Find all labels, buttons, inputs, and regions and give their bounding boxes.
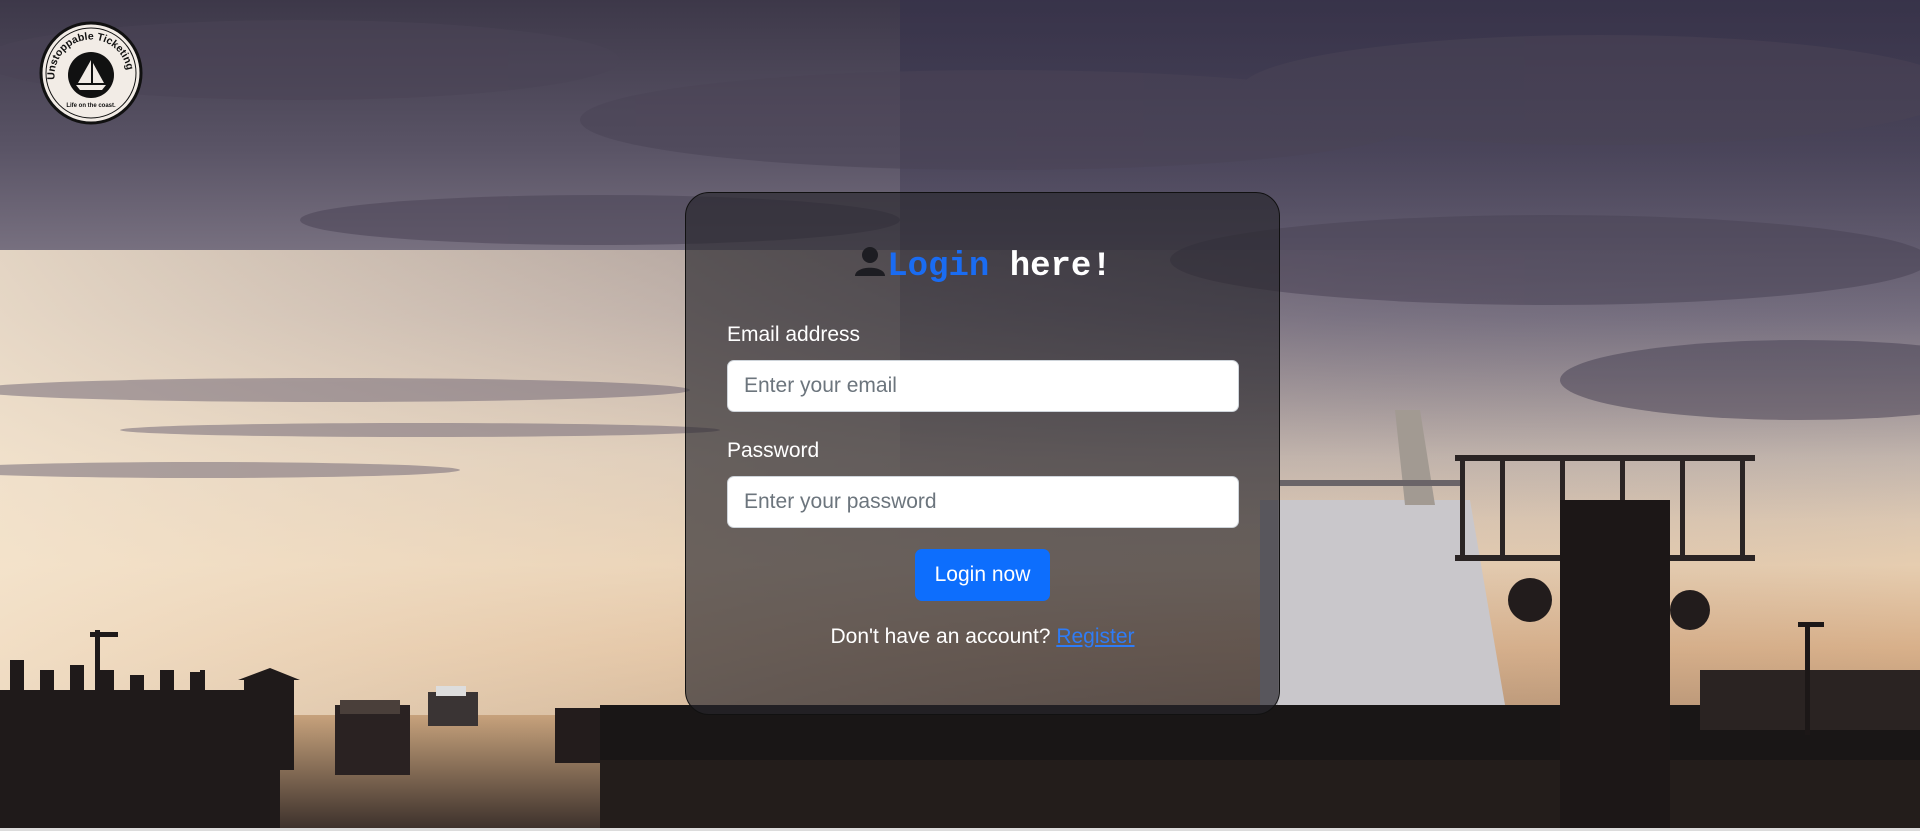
logo-tagline: Life on the coast. [66,103,116,109]
brand-logo[interactable]: Unstoppable Ticketing Life on the coast. [38,20,144,126]
login-title-accent: Login [887,248,990,286]
register-prompt: Don't have an account? [830,625,1051,648]
login-card: Login here! Email address Password Login… [685,192,1280,715]
user-icon [853,245,887,289]
login-title: Login here! [686,245,1279,289]
email-input[interactable] [727,360,1239,412]
login-button[interactable]: Login now [915,549,1050,601]
register-link[interactable]: Register [1056,625,1134,648]
password-input[interactable] [727,476,1239,528]
email-label: Email address [727,323,861,346]
password-label: Password [727,439,820,462]
login-title-rest: here! [989,248,1112,286]
register-row: Don't have an account? Register [686,625,1279,649]
